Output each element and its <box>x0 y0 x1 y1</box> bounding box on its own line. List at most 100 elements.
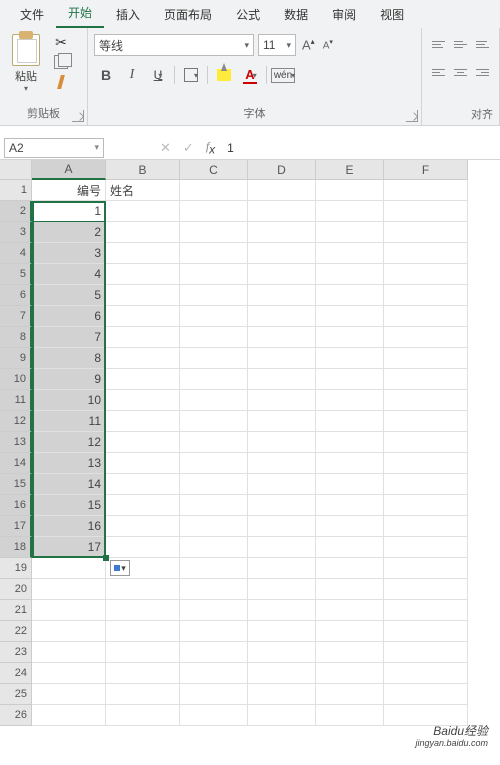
cell-F24[interactable] <box>384 663 468 684</box>
phonetic-button[interactable]: wén▾ <box>271 64 295 86</box>
cell-A2[interactable]: 1 <box>32 201 106 222</box>
cell-A6[interactable]: 5 <box>32 285 106 306</box>
cell-F25[interactable] <box>384 684 468 705</box>
cell-C3[interactable] <box>180 222 248 243</box>
cell-E7[interactable] <box>316 306 384 327</box>
row-header-4[interactable]: 4 <box>0 243 32 264</box>
row-header-26[interactable]: 26 <box>0 705 32 726</box>
row-header-8[interactable]: 8 <box>0 327 32 348</box>
cell-A24[interactable] <box>32 663 106 684</box>
row-header-20[interactable]: 20 <box>0 579 32 600</box>
cell-B7[interactable] <box>106 306 180 327</box>
cell-D23[interactable] <box>248 642 316 663</box>
row-header-19[interactable]: 19 <box>0 558 32 579</box>
cell-C7[interactable] <box>180 306 248 327</box>
row-header-12[interactable]: 12 <box>0 411 32 432</box>
cell-D9[interactable] <box>248 348 316 369</box>
cell-C21[interactable] <box>180 600 248 621</box>
cell-E12[interactable] <box>316 411 384 432</box>
cell-D1[interactable] <box>248 180 316 201</box>
cell-B23[interactable] <box>106 642 180 663</box>
cell-F1[interactable] <box>384 180 468 201</box>
cell-E14[interactable] <box>316 453 384 474</box>
cell-F3[interactable] <box>384 222 468 243</box>
increase-font-button[interactable]: A▴ <box>300 37 317 52</box>
cell-F15[interactable] <box>384 474 468 495</box>
cell-C12[interactable] <box>180 411 248 432</box>
cell-A21[interactable] <box>32 600 106 621</box>
cell-B13[interactable] <box>106 432 180 453</box>
bold-button[interactable]: B <box>94 64 118 86</box>
cell-C13[interactable] <box>180 432 248 453</box>
font-launcher[interactable] <box>406 110 418 122</box>
cell-B24[interactable] <box>106 663 180 684</box>
cell-D4[interactable] <box>248 243 316 264</box>
cell-F19[interactable] <box>384 558 468 579</box>
cell-D17[interactable] <box>248 516 316 537</box>
cancel-icon[interactable]: ✕ <box>154 140 177 156</box>
tab-审阅[interactable]: 审阅 <box>320 0 368 28</box>
cell-E13[interactable] <box>316 432 384 453</box>
col-header-D[interactable]: D <box>248 160 316 180</box>
cell-B8[interactable] <box>106 327 180 348</box>
col-header-F[interactable]: F <box>384 160 468 180</box>
row-header-10[interactable]: 10 <box>0 369 32 390</box>
tab-公式[interactable]: 公式 <box>224 0 272 28</box>
cell-F6[interactable] <box>384 285 468 306</box>
row-header-9[interactable]: 9 <box>0 348 32 369</box>
cell-B16[interactable] <box>106 495 180 516</box>
cell-A8[interactable]: 7 <box>32 327 106 348</box>
cell-F13[interactable] <box>384 432 468 453</box>
cell-A14[interactable]: 13 <box>32 453 106 474</box>
cell-E23[interactable] <box>316 642 384 663</box>
underline-button[interactable]: U▾ <box>146 64 170 86</box>
cell-B3[interactable] <box>106 222 180 243</box>
cell-E6[interactable] <box>316 285 384 306</box>
cell-C17[interactable] <box>180 516 248 537</box>
cell-F4[interactable] <box>384 243 468 264</box>
font-name-select[interactable]: 等线 <box>94 34 254 56</box>
fx-icon[interactable]: fx <box>200 139 221 156</box>
cell-A16[interactable]: 15 <box>32 495 106 516</box>
formula-value[interactable]: 1 <box>221 141 234 155</box>
row-header-17[interactable]: 17 <box>0 516 32 537</box>
cell-E2[interactable] <box>316 201 384 222</box>
row-header-18[interactable]: 18 <box>0 537 32 558</box>
cell-C8[interactable] <box>180 327 248 348</box>
cell-C15[interactable] <box>180 474 248 495</box>
cell-B14[interactable] <box>106 453 180 474</box>
cell-A7[interactable]: 6 <box>32 306 106 327</box>
row-header-3[interactable]: 3 <box>0 222 32 243</box>
cell-C4[interactable] <box>180 243 248 264</box>
align-top-button[interactable] <box>428 34 449 54</box>
col-header-E[interactable]: E <box>316 160 384 180</box>
cell-E3[interactable] <box>316 222 384 243</box>
row-header-14[interactable]: 14 <box>0 453 32 474</box>
cell-F10[interactable] <box>384 369 468 390</box>
cell-F5[interactable] <box>384 264 468 285</box>
font-color-button[interactable]: A▾ <box>238 64 262 86</box>
cell-D18[interactable] <box>248 537 316 558</box>
row-header-11[interactable]: 11 <box>0 390 32 411</box>
tab-页面布局[interactable]: 页面布局 <box>152 0 224 28</box>
cell-E16[interactable] <box>316 495 384 516</box>
cell-D3[interactable] <box>248 222 316 243</box>
cell-C23[interactable] <box>180 642 248 663</box>
row-header-5[interactable]: 5 <box>0 264 32 285</box>
cell-E4[interactable] <box>316 243 384 264</box>
cell-D12[interactable] <box>248 411 316 432</box>
tab-开始[interactable]: 开始 <box>56 0 104 28</box>
cell-F9[interactable] <box>384 348 468 369</box>
decrease-font-button[interactable]: A▾ <box>321 38 335 51</box>
cell-B22[interactable] <box>106 621 180 642</box>
cell-D16[interactable] <box>248 495 316 516</box>
cell-E20[interactable] <box>316 579 384 600</box>
cell-A13[interactable]: 12 <box>32 432 106 453</box>
cell-F26[interactable] <box>384 705 468 726</box>
cell-D14[interactable] <box>248 453 316 474</box>
cell-C18[interactable] <box>180 537 248 558</box>
cell-A10[interactable]: 9 <box>32 369 106 390</box>
cell-C16[interactable] <box>180 495 248 516</box>
cell-C20[interactable] <box>180 579 248 600</box>
cell-A20[interactable] <box>32 579 106 600</box>
